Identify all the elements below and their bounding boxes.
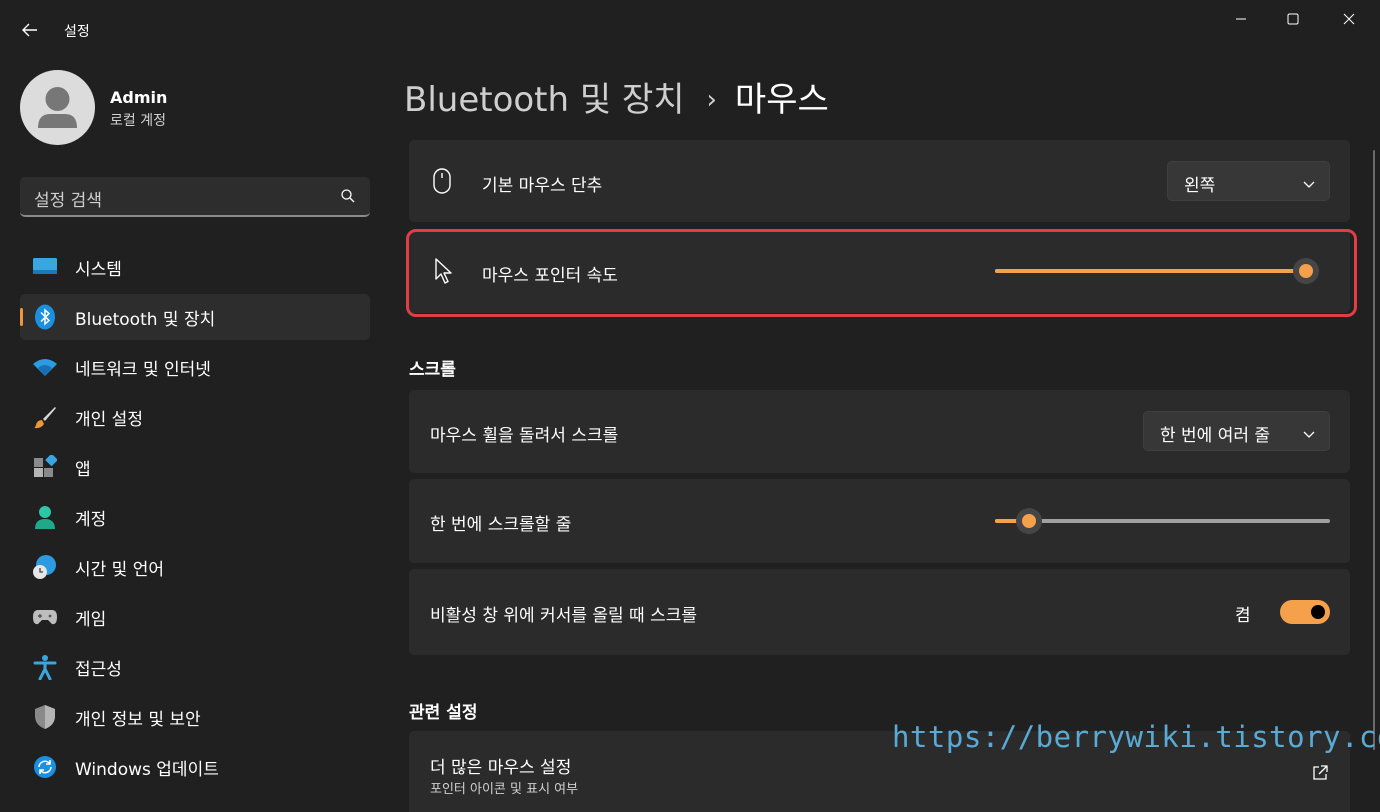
primary-button-dropdown[interactable]: 왼쪽 bbox=[1167, 161, 1330, 201]
minimize-icon bbox=[1236, 18, 1246, 20]
related-section-title: 관련 설정 bbox=[409, 703, 478, 723]
search-placeholder: 설정 검색 bbox=[34, 191, 102, 211]
gamepad-icon bbox=[32, 604, 58, 630]
sidebar-item-label: Bluetooth 및 장치 bbox=[75, 309, 216, 330]
sidebar-item-accounts[interactable]: 계정 bbox=[20, 494, 370, 540]
scroll-section-title: 스크롤 bbox=[409, 360, 456, 380]
sidebar-item-label: 계정 bbox=[75, 509, 107, 530]
sidebar-item-label: 개인 정보 및 보안 bbox=[75, 709, 201, 730]
sidebar-item-windows-update[interactable]: Windows 업데이트 bbox=[20, 744, 370, 790]
inactive-scroll-card: 비활성 창 위에 커서를 올릴 때 스크롤 켬 bbox=[409, 569, 1350, 655]
close-button[interactable] bbox=[1326, 6, 1372, 32]
sidebar-item-label: 접근성 bbox=[75, 659, 122, 680]
user-icon bbox=[38, 87, 77, 128]
sidebar-item-label: 네트워크 및 인터넷 bbox=[75, 359, 211, 380]
search-input[interactable]: 설정 검색 bbox=[20, 177, 370, 217]
sidebar-item-label: 개인 설정 bbox=[75, 409, 143, 430]
search-icon[interactable] bbox=[340, 188, 356, 208]
sidebar-item-gaming[interactable]: 게임 bbox=[20, 594, 370, 640]
more-mouse-settings-label: 더 많은 마우스 설정 bbox=[430, 758, 572, 778]
breadcrumb-parent[interactable]: Bluetooth 및 장치 bbox=[404, 80, 685, 120]
page-title: 마우스 bbox=[734, 80, 829, 120]
dropdown-value: 한 번에 여러 줄 bbox=[1160, 426, 1271, 446]
shield-icon bbox=[32, 704, 58, 730]
account-icon bbox=[32, 504, 58, 530]
highlight-box bbox=[406, 229, 1357, 317]
maximize-button[interactable] bbox=[1270, 6, 1316, 32]
bluetooth-icon bbox=[32, 304, 58, 330]
wheel-scroll-label: 마우스 휠을 돌려서 스크롤 bbox=[430, 426, 619, 446]
inactive-scroll-label: 비활성 창 위에 커서를 올릴 때 스크롤 bbox=[430, 606, 698, 626]
dropdown-value: 왼쪽 bbox=[1184, 176, 1216, 196]
sidebar-item-system[interactable]: 시스템 bbox=[20, 244, 370, 290]
globe-clock-icon bbox=[32, 554, 58, 580]
breadcrumb-separator: › bbox=[706, 85, 717, 115]
mouse-icon bbox=[431, 167, 453, 199]
update-icon bbox=[32, 754, 58, 780]
sidebar-item-network[interactable]: 네트워크 및 인터넷 bbox=[20, 344, 370, 390]
inactive-scroll-toggle[interactable] bbox=[1280, 600, 1330, 624]
toggle-state-label: 켬 bbox=[1235, 606, 1251, 626]
lines-per-scroll-label: 한 번에 스크롤할 줄 bbox=[430, 515, 572, 535]
account-type: 로컬 계정 bbox=[110, 113, 166, 129]
slider-thumb-dot bbox=[1021, 514, 1036, 528]
sidebar-item-label: 시스템 bbox=[75, 259, 122, 280]
close-icon bbox=[1343, 13, 1355, 25]
primary-button-card: 기본 마우스 단추 왼쪽 bbox=[409, 140, 1350, 222]
lines-per-scroll-card: 한 번에 스크롤할 줄 bbox=[409, 479, 1350, 563]
accessibility-icon bbox=[32, 654, 58, 680]
lines-per-scroll-slider[interactable] bbox=[995, 508, 1330, 534]
sidebar-item-personalization[interactable]: 개인 설정 bbox=[20, 394, 370, 440]
chevron-down-icon bbox=[1303, 175, 1315, 194]
wheel-scroll-card: 마우스 휠을 돌려서 스크롤 한 번에 여러 줄 bbox=[409, 390, 1350, 473]
sidebar-item-label: 시간 및 언어 bbox=[75, 559, 165, 580]
wifi-icon bbox=[32, 354, 58, 380]
chevron-down-icon bbox=[1303, 425, 1315, 444]
sidebar-nav: 시스템 Bluetooth 및 장치 네트워크 및 인터넷 개인 설정 앱 계정 bbox=[20, 244, 370, 794]
slider-thumb[interactable] bbox=[1015, 508, 1042, 534]
primary-button-label: 기본 마우스 단추 bbox=[482, 176, 603, 196]
maximize-icon bbox=[1287, 13, 1299, 25]
sidebar-item-label: Windows 업데이트 bbox=[75, 759, 219, 780]
minimize-button[interactable] bbox=[1218, 6, 1264, 32]
system-icon bbox=[32, 254, 58, 280]
more-mouse-settings-sub: 포인터 아이콘 및 표시 여부 bbox=[430, 782, 579, 797]
external-link-icon bbox=[1311, 764, 1329, 786]
back-arrow-icon bbox=[22, 23, 37, 37]
sidebar-item-label: 게임 bbox=[75, 609, 107, 630]
back-button[interactable] bbox=[14, 16, 46, 44]
sidebar-item-bluetooth[interactable]: Bluetooth 및 장치 bbox=[20, 294, 370, 340]
brush-icon bbox=[32, 404, 58, 430]
avatar[interactable] bbox=[20, 70, 95, 145]
watermark: https://berrywiki.tistory.com bbox=[892, 720, 1380, 754]
title-bar: 설정 bbox=[0, 0, 1380, 60]
sidebar-item-label: 앱 bbox=[75, 459, 91, 480]
scrollbar[interactable] bbox=[1373, 150, 1375, 750]
wheel-scroll-dropdown[interactable]: 한 번에 여러 줄 bbox=[1143, 411, 1330, 451]
apps-icon bbox=[32, 454, 58, 480]
sidebar-item-time-language[interactable]: 시간 및 언어 bbox=[20, 544, 370, 590]
user-name: Admin bbox=[110, 88, 168, 107]
app-title: 설정 bbox=[64, 24, 90, 40]
sidebar-item-privacy[interactable]: 개인 정보 및 보안 bbox=[20, 694, 370, 740]
sidebar-item-accessibility[interactable]: 접근성 bbox=[20, 644, 370, 690]
breadcrumb: Bluetooth 및 장치 › 마우스 bbox=[404, 72, 829, 121]
toggle-knob bbox=[1311, 605, 1325, 619]
sidebar-item-apps[interactable]: 앱 bbox=[20, 444, 370, 490]
